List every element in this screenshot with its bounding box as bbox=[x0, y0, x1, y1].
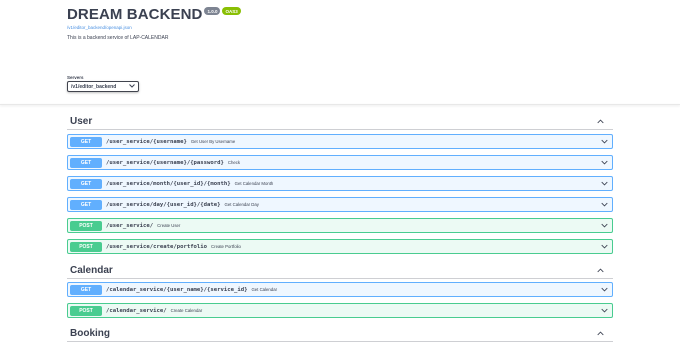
operation-summary: Create Portfolio bbox=[211, 244, 241, 249]
operation-path: /user_service/day/{user_id}/{date} bbox=[106, 201, 221, 208]
chevron-down-icon[interactable] bbox=[600, 287, 608, 293]
tag-header-booking[interactable]: Booking bbox=[67, 325, 613, 342]
operation-summary: Create Calendar bbox=[170, 308, 203, 313]
operation-row[interactable]: GET/calendar_service/{user_name}/{servic… bbox=[67, 282, 613, 297]
section-calendar: Calendar GET/calendar_service/{user_name… bbox=[67, 262, 613, 322]
tag-name: Calendar bbox=[70, 264, 113, 276]
method-badge: POST bbox=[70, 305, 102, 316]
chevron-down-icon[interactable] bbox=[600, 139, 608, 145]
operation-row[interactable]: GET/user_service/{username}/{password} Ch… bbox=[67, 155, 613, 170]
operation-summary: Create User bbox=[157, 223, 181, 228]
operation-summary: Get Calendar Day bbox=[224, 202, 259, 207]
method-badge: POST bbox=[70, 220, 102, 231]
tag-header-user[interactable]: User bbox=[67, 113, 613, 130]
operation-row[interactable]: POST/user_service/create/portfolio Create… bbox=[67, 239, 613, 254]
chevron-down-icon[interactable] bbox=[600, 223, 608, 229]
operation-path: /user_service/month/{user_id}/{month} bbox=[106, 180, 231, 187]
method-badge: GET bbox=[70, 136, 102, 147]
tag-header-calendar[interactable]: Calendar bbox=[67, 262, 613, 279]
api-description: This is a backend service of LAP-CALENDA… bbox=[67, 35, 169, 41]
version-badge: 1.0.0 bbox=[204, 7, 221, 15]
section-user: User GET/user_service/{username} Get User… bbox=[67, 113, 613, 254]
operation-path: /user_service/{username}/{password} bbox=[106, 159, 224, 166]
page-title: DREAM BACKEND bbox=[67, 6, 203, 23]
title-row: DREAM BACKEND 1.0.0 OAS3 bbox=[67, 6, 627, 24]
operation-row[interactable]: POST/calendar_service/Create Calendar bbox=[67, 303, 613, 318]
method-badge: GET bbox=[70, 199, 102, 210]
oas-badge: OAS3 bbox=[222, 7, 241, 15]
operation-path: /user_service/create/portfolio bbox=[106, 243, 208, 250]
operation-summary: Get Calendar Month bbox=[234, 181, 274, 186]
method-badge: GET bbox=[70, 284, 102, 295]
chevron-down-icon[interactable] bbox=[600, 308, 608, 314]
chevron-down-icon bbox=[129, 83, 135, 90]
operation-path: /user_service/ bbox=[106, 222, 154, 229]
operation-row[interactable]: GET/user_service/month/{user_id}/{month}… bbox=[67, 176, 613, 191]
api-info: DREAM BACKEND 1.0.0 OAS3 /v1/editor_back… bbox=[67, 6, 627, 41]
operation-summary: Check bbox=[227, 160, 241, 165]
operation-path: /calendar_service/ bbox=[106, 307, 167, 314]
operation-summary: Get Calendar bbox=[251, 287, 278, 292]
operation-row[interactable]: GET/user_service/{username} Get User By U… bbox=[67, 134, 613, 149]
method-badge: POST bbox=[70, 241, 102, 252]
operation-path: /user_service/{username} bbox=[106, 138, 187, 145]
servers-select[interactable]: /v1/editor_backend bbox=[67, 81, 139, 92]
operation-row[interactable]: GET/user_service/day/{user_id}/{date} Get… bbox=[67, 197, 613, 212]
method-badge: GET bbox=[70, 178, 102, 189]
chevron-up-icon[interactable] bbox=[593, 116, 607, 126]
section-booking: Booking bbox=[67, 325, 613, 342]
chevron-up-icon[interactable] bbox=[593, 265, 607, 275]
servers-label: Servers bbox=[67, 75, 84, 80]
operation-row[interactable]: POST/user_service/Create User bbox=[67, 218, 613, 233]
method-badge: GET bbox=[70, 157, 102, 168]
servers-selected-value: /v1/editor_backend bbox=[71, 83, 117, 90]
chevron-down-icon[interactable] bbox=[600, 244, 608, 250]
chevron-down-icon[interactable] bbox=[600, 202, 608, 208]
openapi-url-link[interactable]: /v1/editor_backend/openapi.json bbox=[67, 25, 627, 30]
scheme-container-divider bbox=[0, 104, 680, 105]
chevron-down-icon[interactable] bbox=[600, 160, 608, 166]
servers-panel: Servers /v1/editor_backend bbox=[67, 75, 139, 92]
operation-summary: Get User By Username bbox=[190, 139, 236, 144]
tag-name: User bbox=[70, 115, 93, 127]
operation-path: /calendar_service/{user_name}/{service_i… bbox=[106, 286, 248, 293]
chevron-down-icon[interactable] bbox=[600, 181, 608, 187]
